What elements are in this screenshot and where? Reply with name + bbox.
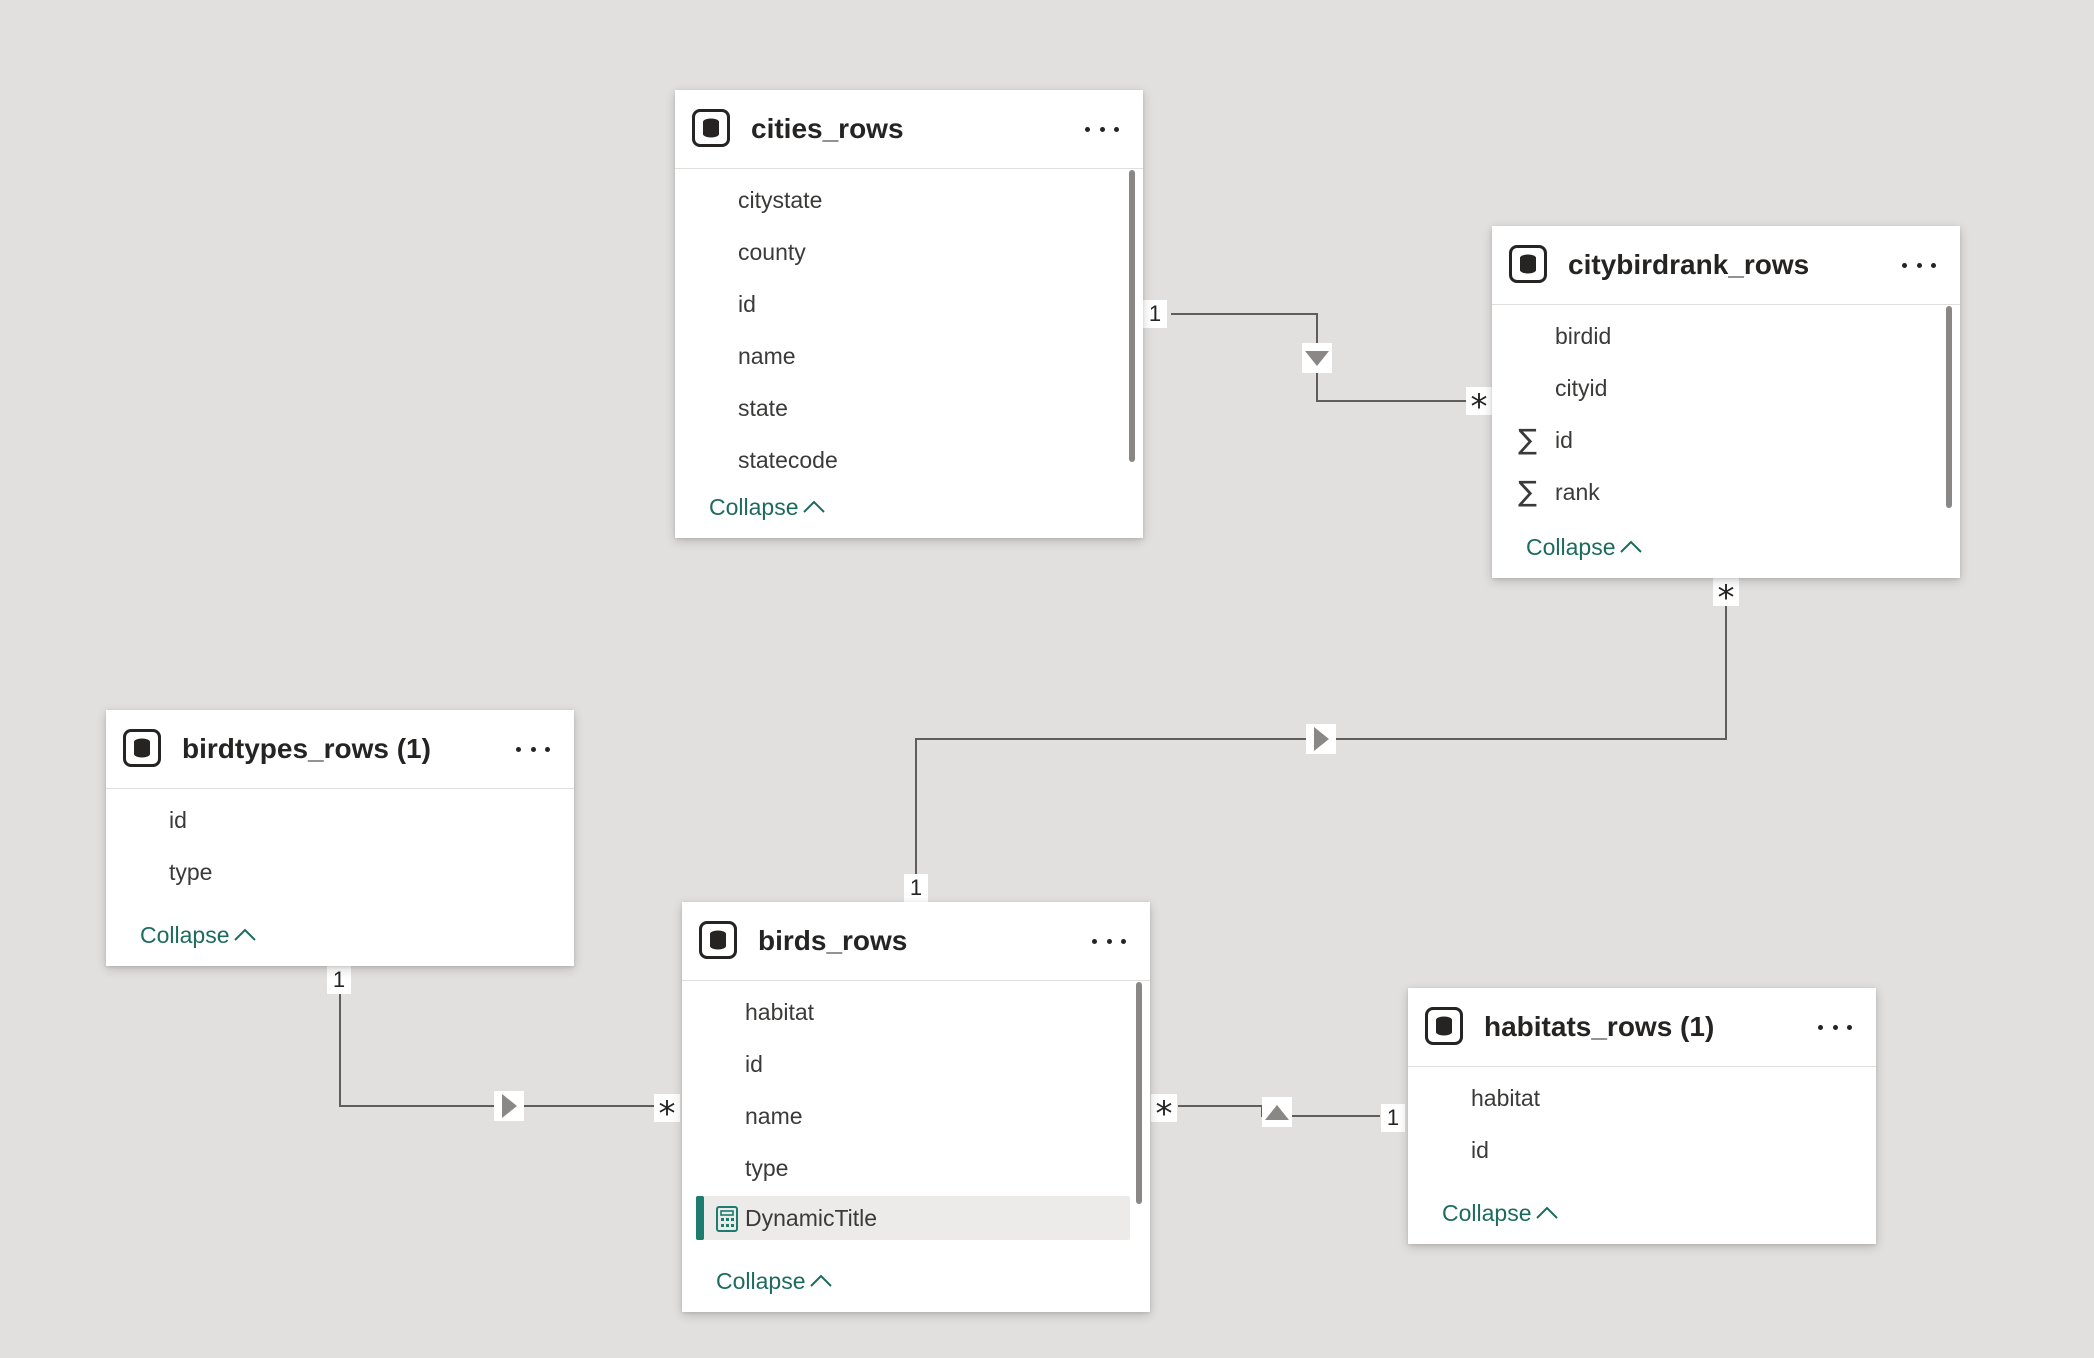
sigma-icon: ∑ bbox=[1518, 423, 1537, 456]
more-options-icon[interactable] bbox=[1092, 927, 1126, 955]
field-row[interactable]: citystate bbox=[675, 178, 1121, 222]
field-label: DynamicTitle bbox=[745, 1205, 878, 1231]
collapse-button[interactable]: Collapse bbox=[709, 491, 825, 523]
chevron-up-icon bbox=[233, 928, 256, 941]
table-card-birds-rows[interactable]: birds_rows habitat id name type DynamicT… bbox=[682, 902, 1150, 1312]
table-card-header[interactable]: cities_rows bbox=[675, 90, 1143, 169]
scrollbar[interactable] bbox=[1136, 982, 1142, 1204]
more-options-icon[interactable] bbox=[516, 735, 550, 763]
table-card-birdtypes-rows[interactable]: birdtypes_rows (1) id type Collapse bbox=[106, 710, 574, 966]
cardinality-many: * bbox=[1713, 578, 1739, 606]
collapse-label: Collapse bbox=[1526, 534, 1616, 560]
field-row[interactable]: name bbox=[682, 1094, 1128, 1138]
field-row[interactable]: habitat bbox=[1408, 1076, 1854, 1120]
table-icon bbox=[123, 729, 161, 767]
cardinality-many: * bbox=[1466, 387, 1492, 415]
field-row[interactable]: state bbox=[675, 386, 1121, 430]
calculator-icon bbox=[716, 1206, 738, 1232]
cardinality-one: 1 bbox=[1381, 1104, 1405, 1132]
chevron-up-icon bbox=[809, 1274, 832, 1287]
field-row[interactable]: statecode bbox=[675, 438, 1121, 482]
selection-indicator bbox=[696, 1196, 704, 1240]
field-row[interactable]: birdid bbox=[1492, 314, 1938, 358]
more-options-icon[interactable] bbox=[1085, 115, 1119, 143]
collapse-button[interactable]: Collapse bbox=[140, 919, 256, 951]
collapse-label: Collapse bbox=[709, 494, 799, 520]
field-label: id bbox=[169, 807, 187, 833]
field-label: state bbox=[738, 395, 788, 421]
collapse-button[interactable]: Collapse bbox=[1526, 531, 1642, 563]
field-label: statecode bbox=[738, 447, 838, 473]
field-label: name bbox=[745, 1103, 803, 1129]
table-card-habitats-rows[interactable]: habitats_rows (1) habitat id Collapse bbox=[1408, 988, 1876, 1244]
field-label: citystate bbox=[738, 187, 823, 213]
table-card-header[interactable]: habitats_rows (1) bbox=[1408, 988, 1876, 1067]
table-title: citybirdrank_rows bbox=[1568, 249, 1810, 280]
field-label: cityid bbox=[1555, 375, 1608, 401]
field-label: id bbox=[1555, 427, 1573, 453]
field-label: id bbox=[738, 291, 756, 317]
field-row[interactable]: type bbox=[682, 1146, 1128, 1190]
filter-direction-arrow-icon bbox=[1302, 343, 1332, 373]
cardinality-many: * bbox=[654, 1094, 680, 1122]
chevron-up-icon bbox=[1619, 540, 1642, 553]
table-title: birds_rows bbox=[758, 925, 908, 956]
table-card-header[interactable]: birds_rows bbox=[682, 902, 1150, 981]
collapse-label: Collapse bbox=[1442, 1200, 1532, 1226]
filter-direction-arrow-icon bbox=[494, 1091, 524, 1121]
table-title: birdtypes_rows (1) bbox=[182, 733, 431, 764]
scrollbar[interactable] bbox=[1129, 170, 1135, 462]
field-label: rank bbox=[1555, 479, 1600, 505]
collapse-button[interactable]: Collapse bbox=[716, 1265, 832, 1297]
table-card-header[interactable]: citybirdrank_rows bbox=[1492, 226, 1960, 305]
field-label: id bbox=[1471, 1137, 1489, 1163]
table-title: habitats_rows (1) bbox=[1484, 1011, 1715, 1042]
more-options-icon[interactable] bbox=[1818, 1013, 1852, 1041]
collapse-label: Collapse bbox=[716, 1268, 806, 1294]
sigma-icon: ∑ bbox=[1518, 475, 1537, 508]
field-label: habitat bbox=[1471, 1085, 1541, 1111]
cardinality-one: 1 bbox=[327, 966, 351, 994]
table-icon bbox=[1509, 245, 1547, 283]
field-row[interactable]: habitat bbox=[682, 990, 1128, 1034]
field-label: id bbox=[745, 1051, 763, 1077]
field-row[interactable]: id bbox=[675, 282, 1121, 326]
chevron-up-icon bbox=[802, 500, 825, 513]
filter-direction-arrow-icon bbox=[1262, 1097, 1292, 1127]
field-row[interactable]: county bbox=[675, 230, 1121, 274]
table-icon bbox=[699, 921, 737, 959]
table-title: cities_rows bbox=[751, 113, 904, 144]
collapse-label: Collapse bbox=[140, 922, 230, 948]
field-row[interactable]: id bbox=[682, 1042, 1128, 1086]
scrollbar[interactable] bbox=[1946, 306, 1952, 508]
cardinality-one: 1 bbox=[904, 874, 928, 902]
field-label: habitat bbox=[745, 999, 815, 1025]
chevron-up-icon bbox=[1535, 1206, 1558, 1219]
field-label: county bbox=[738, 239, 806, 265]
filter-direction-arrow-icon bbox=[1306, 724, 1336, 754]
more-options-icon[interactable] bbox=[1902, 251, 1936, 279]
table-icon bbox=[692, 109, 730, 147]
field-label: type bbox=[745, 1155, 789, 1181]
cardinality-one: 1 bbox=[1143, 300, 1167, 328]
collapse-button[interactable]: Collapse bbox=[1442, 1197, 1558, 1229]
field-row[interactable]: type bbox=[106, 850, 552, 894]
table-card-header[interactable]: birdtypes_rows (1) bbox=[106, 710, 574, 789]
field-row-selected[interactable]: DynamicTitle bbox=[696, 1196, 1130, 1240]
field-row[interactable]: ∑ rank bbox=[1492, 470, 1938, 514]
relationship-line-birdtypes-birds bbox=[339, 980, 654, 1107]
table-card-cities-rows[interactable]: cities_rows citystate county id name sta… bbox=[675, 90, 1143, 538]
field-row[interactable]: ∑ id bbox=[1492, 418, 1938, 462]
field-label: birdid bbox=[1555, 323, 1612, 349]
field-row[interactable]: cityid bbox=[1492, 366, 1938, 410]
field-row[interactable]: name bbox=[675, 334, 1121, 378]
cardinality-many: * bbox=[1151, 1094, 1177, 1122]
field-label: type bbox=[169, 859, 213, 885]
field-row[interactable]: id bbox=[106, 798, 552, 842]
field-label: name bbox=[738, 343, 796, 369]
table-icon bbox=[1425, 1007, 1463, 1045]
table-card-citybirdrank-rows[interactable]: citybirdrank_rows birdid cityid ∑ id ∑ ran… bbox=[1492, 226, 1960, 578]
field-row[interactable]: id bbox=[1408, 1128, 1854, 1172]
